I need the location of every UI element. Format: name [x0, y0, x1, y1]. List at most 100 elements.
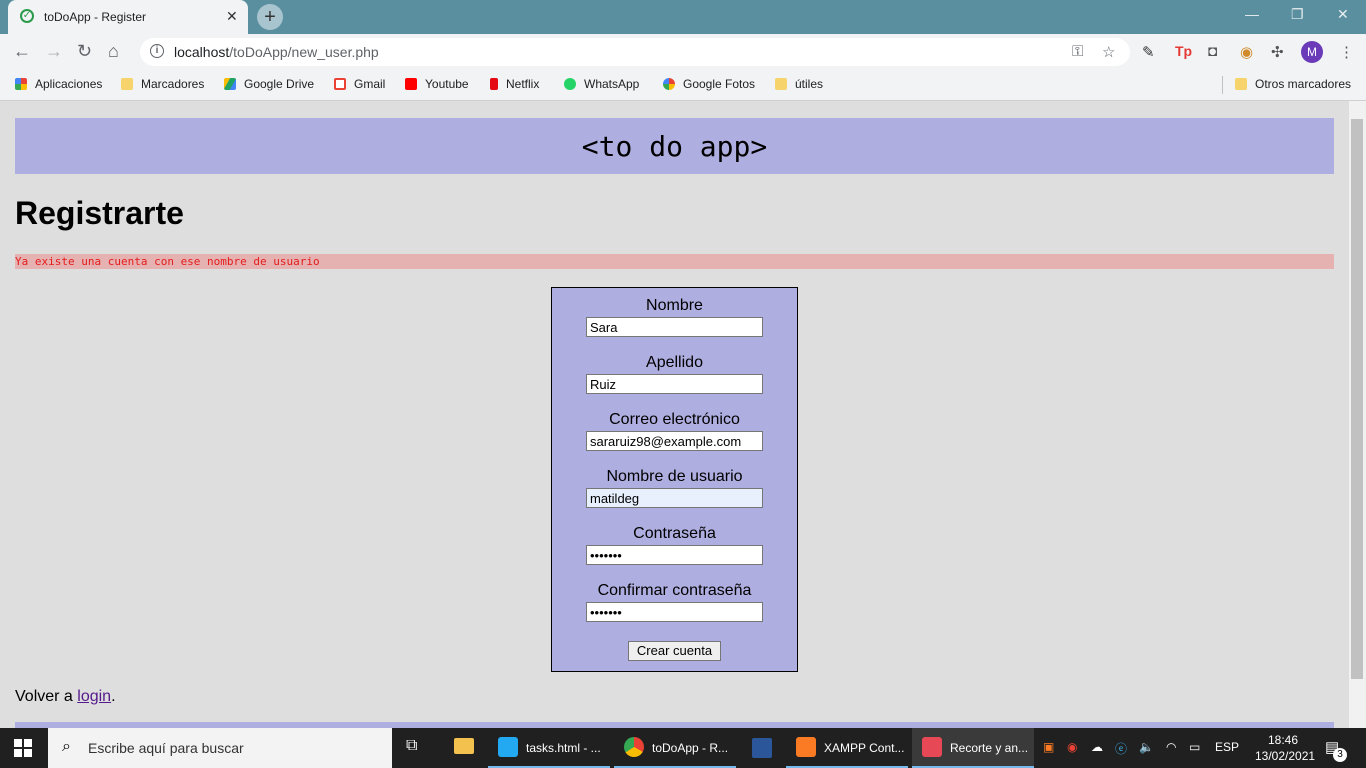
page-title: Registrarte — [15, 195, 184, 231]
bookmark-aplicaciones[interactable]: Aplicaciones — [15, 77, 102, 91]
browser-toolbar: ← → ↻ ⌂ i localhost/toDoApp/new_user.php… — [0, 34, 1366, 70]
word-icon[interactable] — [752, 738, 772, 758]
file-explorer-icon[interactable] — [454, 738, 474, 754]
xampp-icon — [796, 737, 816, 757]
bookmark-whatsapp[interactable]: WhatsApp — [564, 77, 639, 91]
password-input[interactable] — [586, 545, 763, 565]
owl-extension-icon[interactable]: ◉ — [1240, 43, 1253, 61]
apellido-label: Apellido — [646, 354, 703, 371]
windows-taskbar: ⌕ Escribe aquí para buscar ⧉ tasks.html … — [0, 728, 1366, 768]
taskbar-app-vscode[interactable]: tasks.html - ... — [488, 728, 610, 768]
bookmark-marcadores[interactable]: Marcadores — [121, 77, 204, 91]
bookmark-google-fotos[interactable]: Google Fotos — [663, 77, 755, 91]
windows-start-icon[interactable] — [14, 739, 32, 757]
task-view-icon[interactable]: ⧉ — [406, 737, 417, 755]
new-tab-button[interactable]: + — [257, 4, 283, 30]
restore-button[interactable]: ❐ — [1291, 6, 1304, 23]
pen-extension-icon[interactable]: ✎ — [1142, 43, 1155, 61]
bookmark-label: Aplicaciones — [35, 77, 103, 91]
key-icon[interactable]: ⚿ — [1072, 43, 1083, 60]
bookmark-label: Youtube — [425, 77, 469, 91]
chrome-tray-icon[interactable]: ◉ — [1067, 740, 1077, 754]
email-input[interactable] — [586, 431, 763, 451]
home-icon[interactable]: ⌂ — [108, 41, 119, 62]
tab-close-icon[interactable]: ✕ — [226, 8, 238, 25]
folder-icon — [1235, 78, 1247, 90]
usuario-input[interactable] — [586, 488, 763, 508]
address-bar[interactable]: i localhost/toDoApp/new_user.php ⚿ ☆ — [140, 38, 1130, 66]
app-header: <to do app> — [15, 118, 1334, 174]
google-drive-icon — [224, 78, 236, 90]
crear-cuenta-button[interactable]: Crear cuenta — [628, 641, 721, 661]
volume-icon[interactable]: 🔈 — [1139, 740, 1154, 754]
snip-sketch-icon — [922, 737, 942, 757]
taskbar-app-xampp[interactable]: XAMPP Cont... — [786, 728, 908, 768]
bookmark-label: útiles — [795, 77, 824, 91]
forward-arrow-icon[interactable]: → — [45, 41, 63, 62]
onedrive-icon[interactable]: ☁ — [1091, 740, 1103, 754]
bookmark-youtube[interactable]: Youtube — [405, 77, 469, 91]
bookmark-star-icon[interactable]: ☆ — [1102, 43, 1115, 61]
taskbar-app-label: XAMPP Cont... — [824, 741, 905, 755]
bookmark-netflix[interactable]: Netflix — [490, 77, 539, 91]
search-icon: ⌕ — [62, 738, 71, 755]
reload-icon[interactable]: ↻ — [77, 41, 92, 62]
email-label: Correo electrónico — [609, 411, 740, 428]
scrollbar-thumb[interactable] — [1351, 119, 1363, 679]
bookmarks-bar: Aplicaciones Marcadores Google Drive Gma… — [0, 70, 1366, 101]
browser-tab[interactable]: ✓ toDoApp - Register ✕ — [8, 0, 248, 34]
bookmark-label: Netflix — [506, 77, 540, 91]
battery-icon[interactable]: ▭ — [1189, 740, 1200, 754]
google-photos-icon — [663, 78, 675, 90]
browser-tab-bar: ✓ toDoApp - Register ✕ + — ❐ ✕ — [0, 0, 1366, 34]
apellido-input[interactable] — [586, 374, 763, 394]
nombre-label: Nombre — [646, 297, 703, 314]
taskbar-clock[interactable]: 18:46 13/02/2021 — [1255, 732, 1315, 764]
taskbar-app-snip[interactable]: Recorte y an... — [912, 728, 1034, 768]
edge-tray-icon[interactable]: ⓔ — [1115, 740, 1127, 757]
wifi-icon[interactable]: ◠ — [1166, 740, 1176, 754]
usuario-label: Nombre de usuario — [606, 468, 743, 485]
bookmarks-divider — [1222, 76, 1223, 94]
taskbar-app-label: toDoApp - R... — [652, 741, 729, 755]
page-scrollbar[interactable] — [1349, 101, 1366, 728]
back-suffix: . — [111, 688, 116, 705]
tp-extension-icon[interactable]: Tp — [1175, 43, 1192, 59]
taskbar-app-label: tasks.html - ... — [526, 741, 601, 755]
back-arrow-icon[interactable]: ← — [13, 41, 31, 62]
search-placeholder: Escribe aquí para buscar — [88, 740, 244, 756]
pocket-extension-icon[interactable]: ◘ — [1208, 43, 1217, 60]
confirm-password-label: Confirmar contraseña — [597, 582, 752, 599]
nombre-input[interactable] — [586, 317, 763, 337]
site-info-icon[interactable]: i — [150, 44, 164, 58]
language-indicator[interactable]: ESP — [1215, 740, 1239, 754]
youtube-icon — [405, 78, 417, 90]
bookmark-google-drive[interactable]: Google Drive — [224, 77, 314, 91]
taskbar-app-chrome[interactable]: toDoApp - R... — [614, 728, 736, 768]
bookmark-gmail[interactable]: Gmail — [334, 77, 385, 91]
profile-avatar[interactable]: M — [1301, 41, 1323, 63]
notification-count-badge: 3 — [1333, 748, 1347, 762]
menu-kebab-icon[interactable]: ⋮ — [1339, 43, 1354, 61]
confirm-password-input[interactable] — [586, 602, 763, 622]
login-link[interactable]: login — [77, 688, 111, 705]
bookmark-label: WhatsApp — [584, 77, 640, 91]
bookmark-label: Google Fotos — [683, 77, 756, 91]
taskbar-search-box[interactable]: ⌕ Escribe aquí para buscar — [48, 728, 392, 768]
gmail-icon — [334, 78, 346, 90]
apps-grid-icon — [15, 78, 27, 90]
back-to-login: Volver a login. — [15, 688, 116, 706]
bookmark-utiles[interactable]: útiles — [775, 77, 823, 91]
folder-icon — [121, 78, 133, 90]
folder-icon — [775, 78, 787, 90]
url-host: localhost — [174, 44, 230, 60]
xampp-tray-icon[interactable]: ▣ — [1043, 740, 1054, 754]
password-label: Contraseña — [633, 525, 716, 542]
extensions-puzzle-icon[interactable]: ✣ — [1271, 43, 1284, 61]
whatsapp-icon — [564, 78, 576, 90]
bookmark-label: Gmail — [354, 77, 386, 91]
app-header-title: <to do app> — [581, 130, 768, 163]
close-window-button[interactable]: ✕ — [1337, 6, 1349, 23]
bookmark-otros-marcadores[interactable]: Otros marcadores — [1235, 77, 1351, 91]
minimize-button[interactable]: — — [1245, 6, 1259, 22]
